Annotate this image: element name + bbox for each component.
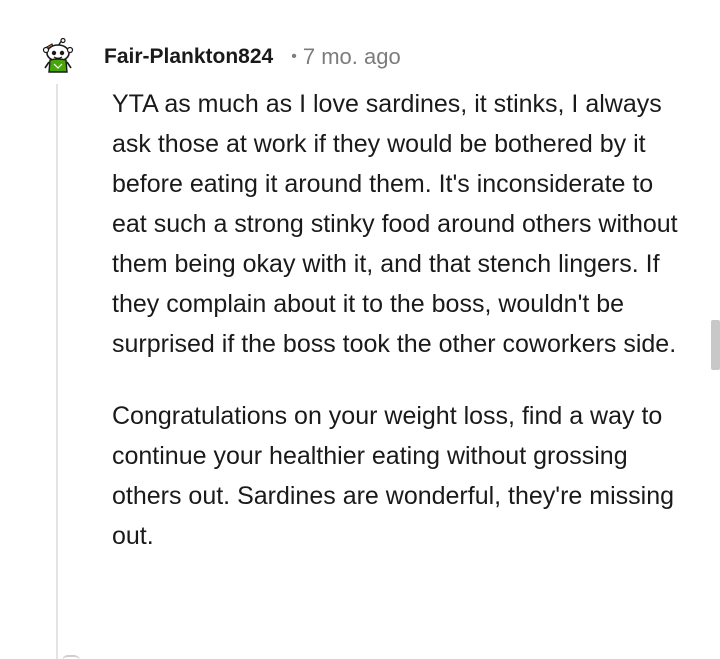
meta-separator: •: [291, 48, 297, 65]
comment-body: YTA as much as I love sardines, it stink…: [112, 84, 692, 556]
comment-header: Fair-Plankton824 • 7 mo. ago: [104, 42, 401, 72]
comment-paragraph: YTA as much as I love sardines, it stink…: [112, 90, 678, 358]
comment-view: Fair-Plankton824 • 7 mo. ago YTA as much…: [0, 0, 720, 659]
comment-timestamp[interactable]: 7 mo. ago: [303, 44, 401, 70]
scrollbar-thumb[interactable]: [711, 320, 720, 370]
user-avatar[interactable]: [40, 37, 76, 74]
comment-paragraph: Congratulations on your weight loss, fin…: [112, 402, 674, 550]
comment-author[interactable]: Fair-Plankton824: [104, 45, 273, 69]
thread-collapse-line[interactable]: [56, 84, 58, 659]
snoo-avatar-icon: [42, 37, 74, 73]
next-comment-hint: [62, 655, 80, 659]
